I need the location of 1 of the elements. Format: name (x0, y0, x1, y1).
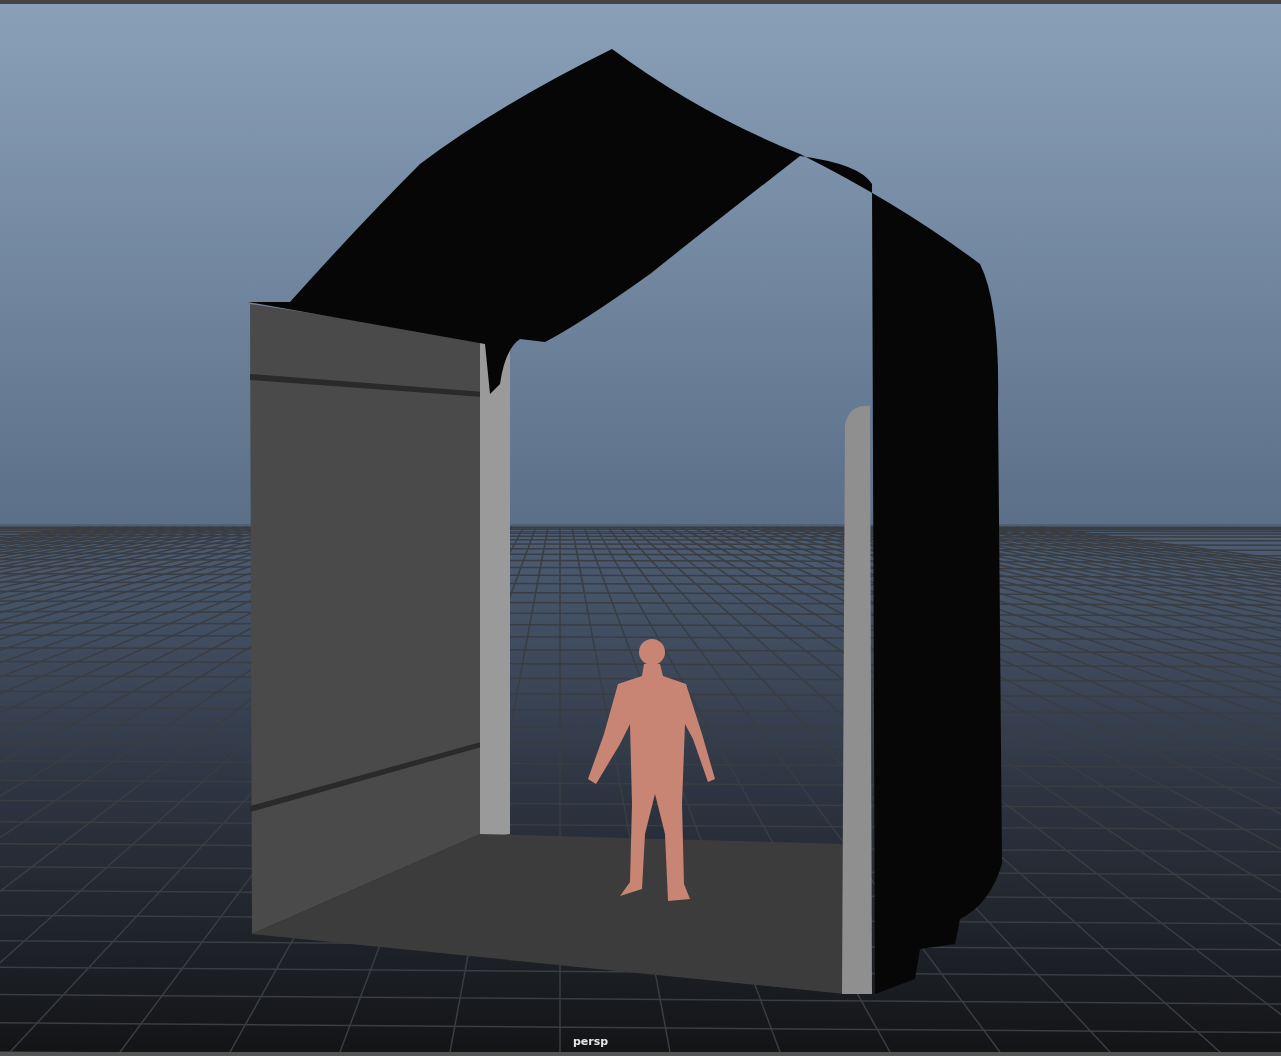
camera-label: persp (573, 1035, 609, 1048)
